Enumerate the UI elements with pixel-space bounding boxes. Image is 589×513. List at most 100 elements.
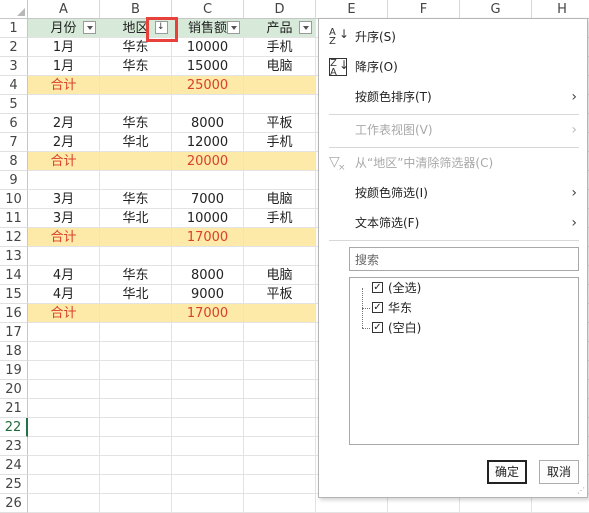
checkbox-checked-icon[interactable]: ✓ xyxy=(372,322,383,333)
cell[interactable]: 电脑 xyxy=(244,57,316,76)
row-header[interactable]: 2 xyxy=(0,38,28,57)
cell[interactable]: 合计 xyxy=(28,152,100,171)
cell[interactable] xyxy=(172,418,244,437)
filter-by-color-item[interactable]: 按颜色筛选(I) › xyxy=(319,179,587,207)
cell[interactable] xyxy=(244,304,316,323)
cell[interactable] xyxy=(244,494,316,513)
cell[interactable]: 15000 xyxy=(172,57,244,76)
search-input[interactable]: 搜索 xyxy=(349,247,579,271)
cell[interactable] xyxy=(172,437,244,456)
cell[interactable] xyxy=(100,76,172,95)
row-header[interactable]: 10 xyxy=(0,190,28,209)
sort-by-color-item[interactable]: 按颜色排序(T) › xyxy=(319,83,587,111)
row-header[interactable]: 20 xyxy=(0,380,28,399)
cell[interactable] xyxy=(100,171,172,190)
cell[interactable]: 8000 xyxy=(172,114,244,133)
cell[interactable]: 华东 xyxy=(100,190,172,209)
cell[interactable]: 华东 xyxy=(100,266,172,285)
cell[interactable] xyxy=(244,456,316,475)
cell[interactable] xyxy=(28,95,100,114)
cell[interactable] xyxy=(28,456,100,475)
row-header[interactable]: 7 xyxy=(0,133,28,152)
cell[interactable] xyxy=(244,380,316,399)
row-header[interactable]: 4 xyxy=(0,76,28,95)
cell[interactable] xyxy=(244,95,316,114)
cell[interactable] xyxy=(172,399,244,418)
cell[interactable] xyxy=(244,152,316,171)
cell[interactable] xyxy=(244,247,316,266)
row-header[interactable]: 15 xyxy=(0,285,28,304)
cell[interactable] xyxy=(100,247,172,266)
cell[interactable] xyxy=(244,418,316,437)
cell[interactable] xyxy=(172,380,244,399)
cell[interactable]: 手机 xyxy=(244,133,316,152)
column-header-a[interactable]: A xyxy=(28,0,100,19)
row-header[interactable]: 21 xyxy=(0,399,28,418)
row-header[interactable]: 1 xyxy=(0,19,28,38)
cell[interactable] xyxy=(28,437,100,456)
checkbox-checked-icon[interactable]: ✓ xyxy=(372,282,383,293)
cell[interactable] xyxy=(100,342,172,361)
text-filter-item[interactable]: 文本筛选(F) › xyxy=(319,209,587,237)
cell[interactable]: 电脑 xyxy=(244,190,316,209)
cell[interactable]: 华北 xyxy=(100,209,172,228)
cell[interactable] xyxy=(244,437,316,456)
filter-value-list[interactable]: ✓ (全选) ✓ 华东 ✓ (空白) xyxy=(349,277,579,445)
cell[interactable]: 电脑 xyxy=(244,266,316,285)
cell[interactable] xyxy=(28,171,100,190)
filter-dropdown-button[interactable] xyxy=(227,21,240,34)
cell[interactable]: 8000 xyxy=(172,266,244,285)
row-header[interactable]: 13 xyxy=(0,247,28,266)
cell[interactable] xyxy=(244,323,316,342)
ok-button[interactable]: 确定 xyxy=(487,460,527,484)
cell[interactable] xyxy=(28,361,100,380)
cell[interactable]: 2月 xyxy=(28,133,100,152)
sort-descending-item[interactable]: Z A ↓ 降序(O) xyxy=(319,53,587,81)
cell[interactable]: 手机 xyxy=(244,209,316,228)
cell[interactable] xyxy=(172,494,244,513)
cell[interactable] xyxy=(244,76,316,95)
cell[interactable] xyxy=(100,361,172,380)
column-header-e[interactable]: E xyxy=(316,0,388,19)
cell[interactable]: 4月 xyxy=(28,285,100,304)
row-header[interactable]: 18 xyxy=(0,342,28,361)
cell[interactable] xyxy=(28,418,100,437)
resize-grip-icon[interactable]: ⋰ xyxy=(577,487,585,495)
cell[interactable] xyxy=(172,342,244,361)
column-header-g[interactable]: G xyxy=(460,0,532,19)
cell[interactable] xyxy=(28,494,100,513)
cell[interactable] xyxy=(172,171,244,190)
cell[interactable] xyxy=(172,95,244,114)
select-all-corner[interactable] xyxy=(0,0,28,19)
cell[interactable] xyxy=(172,361,244,380)
cell[interactable]: 平板 xyxy=(244,114,316,133)
row-header[interactable]: 11 xyxy=(0,209,28,228)
row-header[interactable]: 9 xyxy=(0,171,28,190)
cell[interactable]: 手机 xyxy=(244,38,316,57)
cell[interactable] xyxy=(100,228,172,247)
cell[interactable]: 3月 xyxy=(28,190,100,209)
cell[interactable]: 12000 xyxy=(172,133,244,152)
cell[interactable] xyxy=(244,171,316,190)
cell[interactable]: 17000 xyxy=(172,304,244,323)
cell[interactable] xyxy=(244,361,316,380)
cell[interactable] xyxy=(28,323,100,342)
row-header[interactable]: 25 xyxy=(0,475,28,494)
cell[interactable] xyxy=(172,247,244,266)
cell[interactable]: 3月 xyxy=(28,209,100,228)
cancel-button[interactable]: 取消 xyxy=(539,460,579,484)
cell[interactable] xyxy=(172,323,244,342)
row-header[interactable]: 24 xyxy=(0,456,28,475)
column-header-c[interactable]: C xyxy=(172,0,244,19)
cell[interactable]: 月份 xyxy=(28,19,100,38)
cell[interactable]: 7000 xyxy=(172,190,244,209)
cell[interactable] xyxy=(28,399,100,418)
cell[interactable]: 销售额 xyxy=(172,19,244,38)
cell[interactable]: 17000 xyxy=(172,228,244,247)
cell[interactable]: 2月 xyxy=(28,114,100,133)
cell[interactable]: 10000 xyxy=(172,38,244,57)
cell[interactable] xyxy=(100,494,172,513)
row-header[interactable]: 19 xyxy=(0,361,28,380)
row-header[interactable]: 22 xyxy=(0,418,28,437)
cell[interactable]: 9000 xyxy=(172,285,244,304)
